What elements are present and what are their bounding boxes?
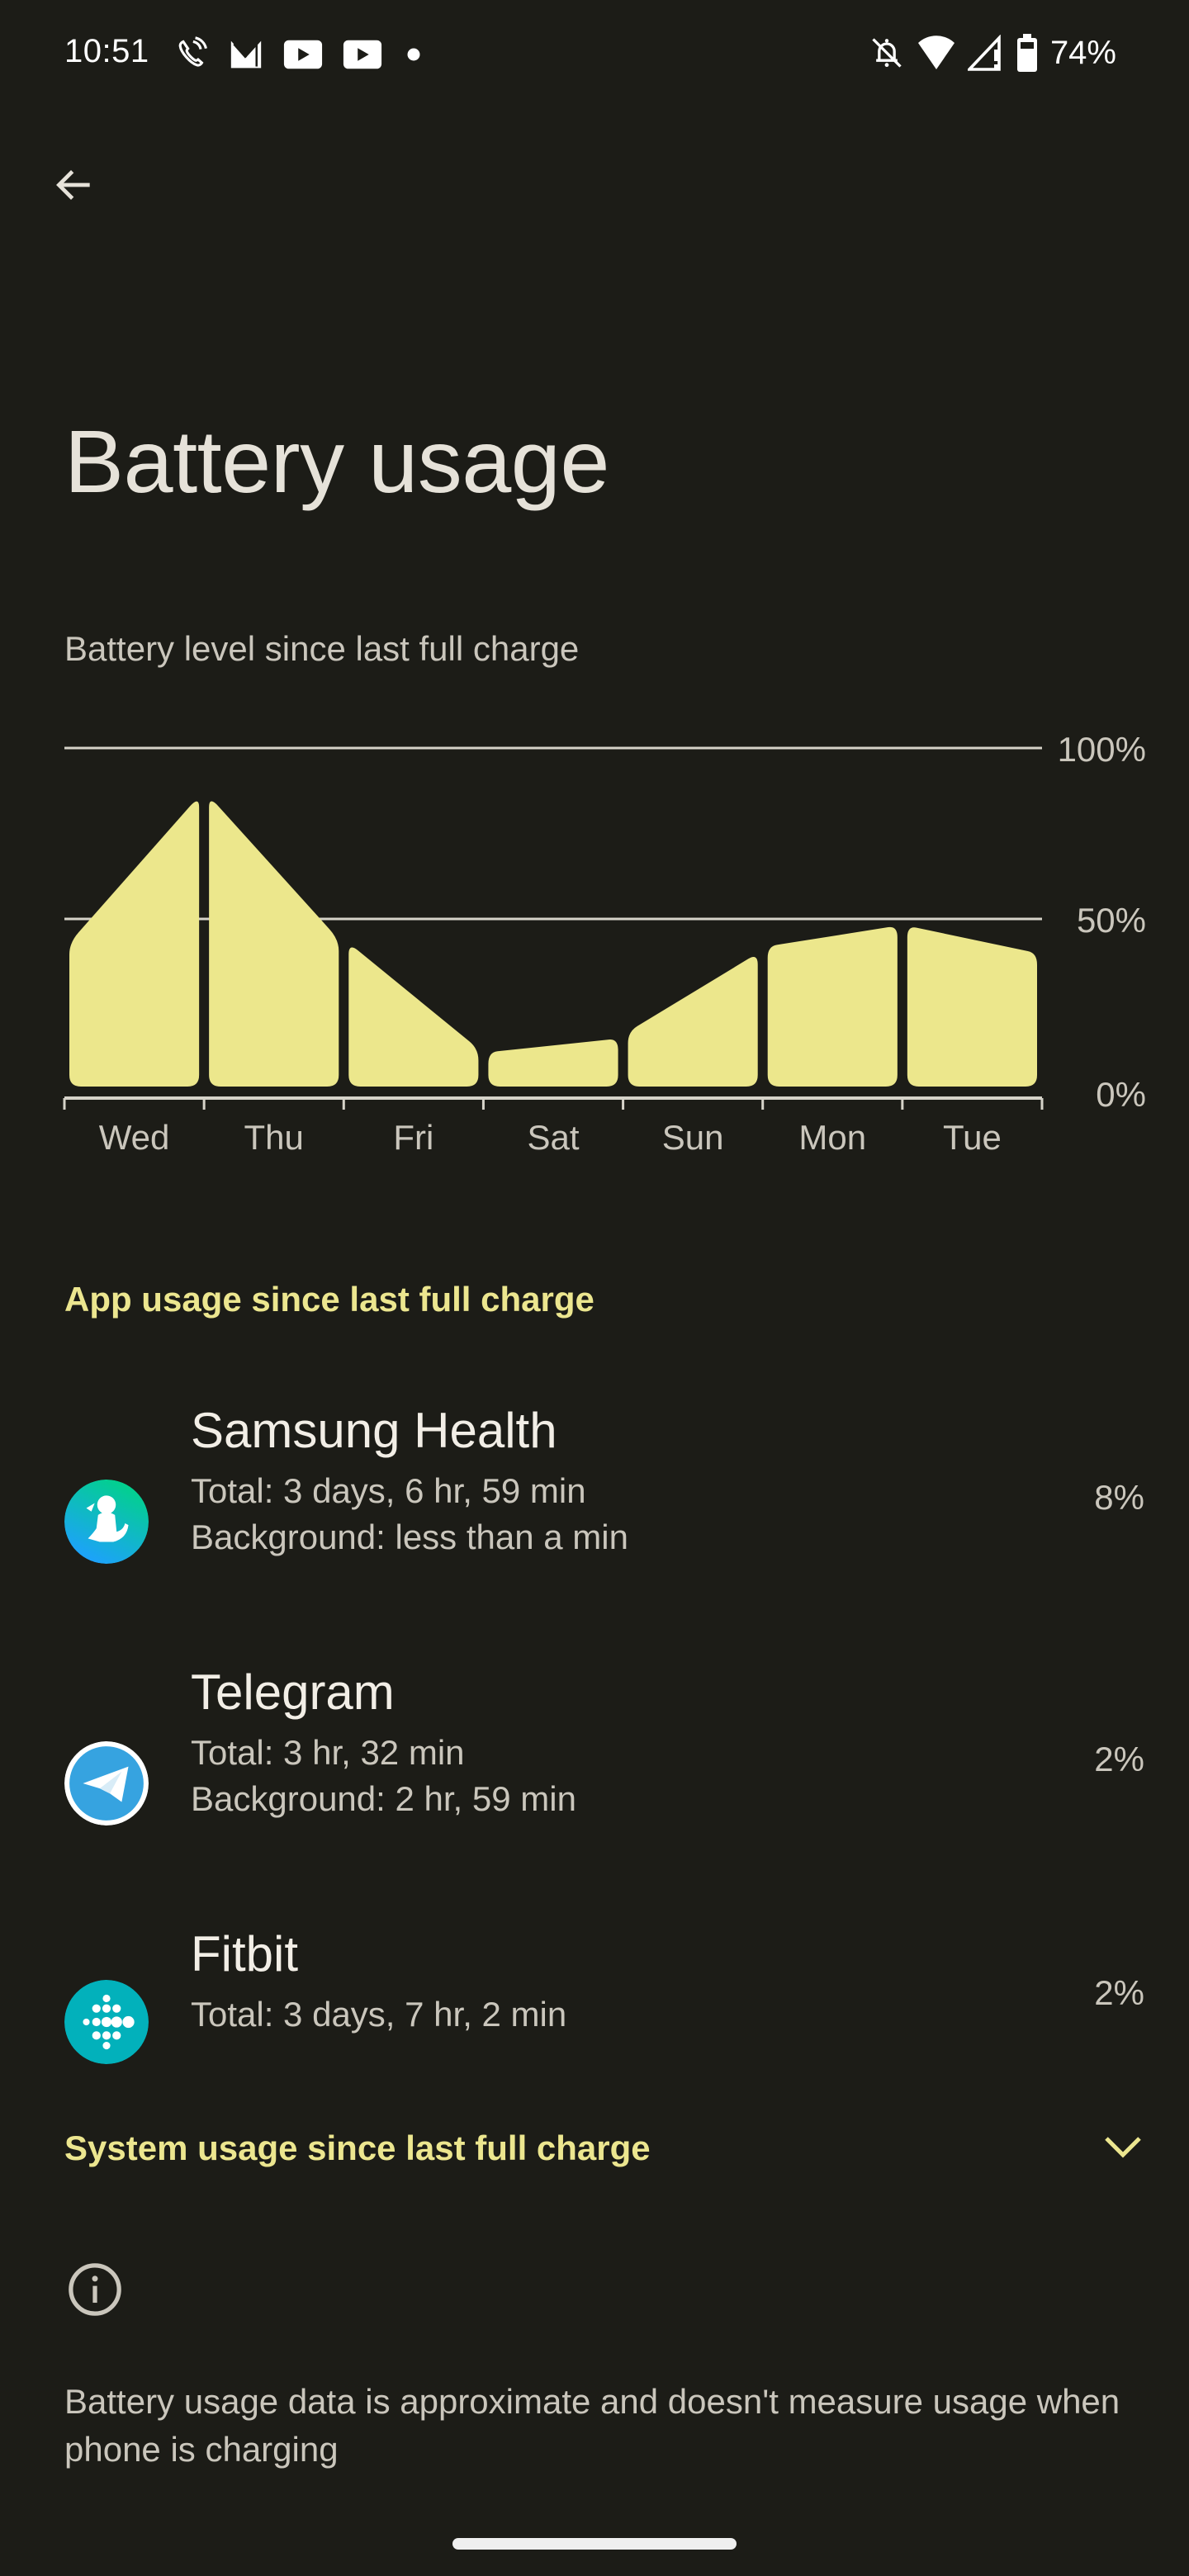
app-percent: 2% bbox=[1094, 1740, 1144, 1778]
app-total-time: Total: 3 hr, 32 min bbox=[191, 1733, 465, 1772]
youtube-icon bbox=[283, 40, 323, 69]
wifi-icon bbox=[917, 36, 955, 69]
notification-dot-icon bbox=[407, 48, 420, 61]
do-not-disturb-bell-off-icon bbox=[872, 38, 902, 68]
app-name: Telegram bbox=[191, 1664, 395, 1720]
system-usage-toggle[interactable]: System usage since last full charge bbox=[0, 2114, 1189, 2188]
y-tick-label: 100% bbox=[1058, 730, 1146, 769]
area-segment-sun bbox=[628, 956, 758, 1087]
back-button[interactable] bbox=[45, 155, 104, 215]
battery-level-chart[interactable]: 100% 50% 0% Wed Thu Fri Sat Sun Mon Tue bbox=[0, 718, 1189, 1181]
chart-caption: Battery level since last full charge bbox=[64, 629, 580, 668]
x-tick-label-sun: Sun bbox=[662, 1118, 724, 1157]
gmail-icon bbox=[230, 40, 262, 69]
y-tick-label: 0% bbox=[1096, 1075, 1146, 1114]
app-background-time: Background: 2 hr, 59 min bbox=[191, 1779, 576, 1818]
battery-icon bbox=[1016, 34, 1037, 72]
fitbit-icon bbox=[64, 1980, 149, 2064]
youtube-icon bbox=[343, 40, 382, 69]
app-name: Fitbit bbox=[191, 1926, 299, 1982]
app-row-samsung-health[interactable]: Samsung Health Total: 3 days, 6 hr, 59 m… bbox=[0, 1395, 1189, 1569]
chevron-down-icon bbox=[1105, 2137, 1141, 2158]
app-total-time: Total: 3 days, 7 hr, 2 min bbox=[191, 1995, 567, 2034]
area-segment-wed bbox=[69, 801, 200, 1087]
info-icon bbox=[69, 2263, 121, 2316]
y-tick-label: 50% bbox=[1077, 901, 1146, 940]
x-tick-label-fri: Fri bbox=[393, 1118, 433, 1157]
battery-disclaimer: Battery usage data is approximate and do… bbox=[64, 2382, 1120, 2469]
area-segment-mon bbox=[767, 926, 898, 1087]
arrow-back-icon bbox=[56, 170, 90, 200]
app-row-fitbit[interactable]: Fitbit Total: 3 days, 7 hr, 2 min 2% bbox=[0, 1919, 1189, 2064]
area-segment-sat bbox=[488, 1039, 618, 1087]
status-time: 10:51 bbox=[64, 33, 149, 69]
status-system-icons: 74% bbox=[869, 33, 1116, 73]
system-usage-header: System usage since last full charge bbox=[64, 2129, 651, 2167]
x-tick-label-tue: Tue bbox=[943, 1118, 1002, 1157]
battery-percent: 74% bbox=[1049, 34, 1116, 71]
app-percent: 8% bbox=[1094, 1478, 1144, 1517]
telegram-icon bbox=[64, 1741, 149, 1825]
app-usage-header: App usage since last full charge bbox=[64, 1280, 594, 1319]
wifi-calling-icon bbox=[178, 36, 207, 67]
app-name: Samsung Health bbox=[191, 1403, 557, 1458]
app-background-time: Background: less than a min bbox=[191, 1518, 628, 1556]
area-segment-fri bbox=[348, 947, 479, 1087]
area-segment-thu bbox=[209, 801, 339, 1087]
x-tick-label-sat: Sat bbox=[527, 1118, 579, 1157]
status-bar: 10:51 74% bbox=[0, 0, 1189, 107]
samsung-health-icon bbox=[64, 1480, 149, 1564]
gesture-nav-handle[interactable] bbox=[452, 2538, 737, 2550]
x-tick-label-wed: Wed bbox=[99, 1118, 170, 1157]
x-tick-label-mon: Mon bbox=[798, 1118, 866, 1157]
page-title: Battery usage bbox=[64, 411, 609, 511]
app-row-telegram[interactable]: Telegram Total: 3 hr, 32 min Background:… bbox=[0, 1657, 1189, 1830]
app-total-time: Total: 3 days, 6 hr, 59 min bbox=[191, 1471, 586, 1510]
chart-axis bbox=[63, 1096, 1044, 1110]
cell-signal-no-data-icon bbox=[967, 35, 1001, 71]
app-percent: 2% bbox=[1094, 1973, 1144, 2012]
x-tick-label-thu: Thu bbox=[244, 1118, 304, 1157]
area-segment-tue bbox=[907, 927, 1037, 1087]
status-notification-icons bbox=[173, 36, 426, 73]
chart-areas bbox=[69, 801, 1037, 1087]
